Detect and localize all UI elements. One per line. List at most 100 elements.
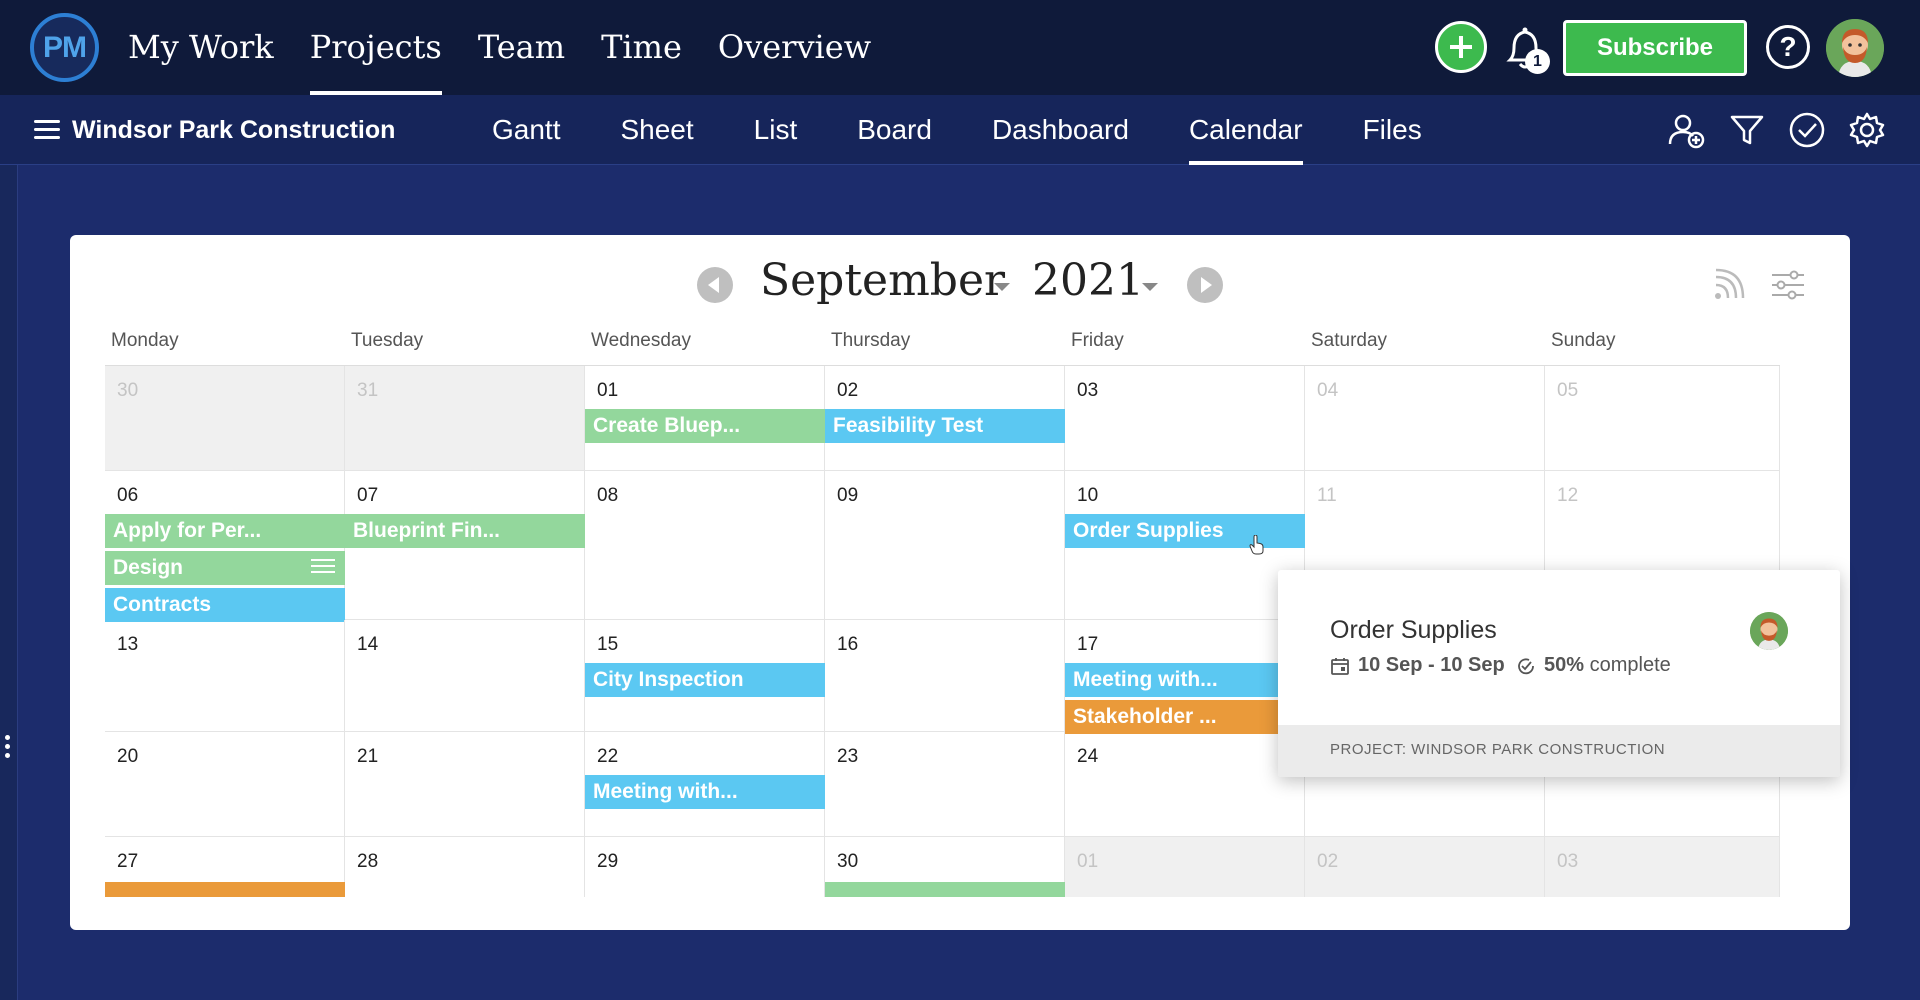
day-cell[interactable]: 05 — [1545, 366, 1780, 471]
day-cell[interactable]: 20 — [105, 732, 345, 837]
day-number: 03 — [1077, 380, 1099, 401]
previous-month-icon[interactable] — [697, 267, 733, 303]
day-number: 28 — [357, 851, 379, 872]
calendar-header: September 2021 — [70, 235, 1850, 335]
day-cell[interactable]: 01 — [1065, 837, 1305, 897]
day-cell[interactable]: 03 — [1545, 837, 1780, 897]
notification-badge: 1 — [1525, 49, 1550, 74]
popover-title: Order Supplies — [1330, 616, 1497, 644]
day-number: 02 — [837, 380, 859, 401]
day-cell[interactable]: 21 — [345, 732, 585, 837]
day-cell[interactable]: 08 — [585, 471, 825, 620]
tab-gantt[interactable]: Gantt — [492, 95, 560, 165]
gear-icon[interactable] — [1847, 110, 1887, 150]
check-circle-icon[interactable] — [1787, 110, 1827, 150]
tab-sheet[interactable]: Sheet — [620, 95, 693, 165]
notes-icon — [311, 559, 335, 577]
weekday-label: Sunday — [1551, 330, 1616, 351]
event-contracts[interactable]: Contracts — [105, 588, 345, 622]
rss-feed-icon[interactable] — [1710, 267, 1746, 303]
add-user-icon[interactable] — [1666, 110, 1706, 150]
event-create-blueprint[interactable]: Create Bluep... — [585, 409, 825, 443]
assignee-avatar[interactable] — [1750, 612, 1788, 650]
progress-label: complete — [1589, 654, 1671, 676]
tab-calendar[interactable]: Calendar — [1188, 95, 1303, 165]
project-title[interactable]: Windsor Park Construction — [72, 95, 395, 165]
event-blueprint-finalize[interactable]: Blueprint Fin... — [345, 514, 585, 548]
event-meeting[interactable]: Meeting with... — [585, 775, 825, 809]
month-select[interactable]: September — [760, 255, 1005, 306]
event-popover: Order Supplies 10 Sep - 10 Sep 50% compl… — [1278, 570, 1840, 777]
view-tabs: Gantt Sheet List Board Dashboard Calenda… — [492, 95, 1422, 165]
avatar-face-icon — [1826, 19, 1884, 77]
nav-overview[interactable]: Overview — [718, 0, 871, 95]
day-cell[interactable]: 24 — [1065, 732, 1305, 837]
day-cell[interactable]: 03 — [1065, 366, 1305, 471]
drag-dots-icon[interactable] — [5, 735, 11, 762]
day-number: 23 — [837, 746, 859, 767]
event-stakeholder[interactable]: Stakeholder ... — [1065, 700, 1305, 734]
day-cell[interactable]: 28 — [345, 837, 585, 897]
project-toolbar: Windsor Park Construction Gantt Sheet Li… — [0, 95, 1920, 165]
month-dropdown-icon[interactable] — [994, 283, 1010, 291]
day-number: 31 — [357, 380, 379, 401]
day-number: 17 — [1077, 634, 1099, 655]
weekday-label: Friday — [1071, 330, 1124, 351]
day-number: 04 — [1317, 380, 1339, 401]
event-city-inspection[interactable]: City Inspection — [585, 663, 825, 697]
tab-dashboard[interactable]: Dashboard — [992, 95, 1129, 165]
calendar-icon — [1331, 658, 1349, 675]
day-cell[interactable]: 16 — [825, 620, 1065, 732]
calendar-grid: 30 31 01 02 03 04 05 Create Bluep... Fea… — [105, 365, 1780, 897]
calendar-week: 30 31 01 02 03 04 05 Create Bluep... Fea… — [105, 366, 1780, 471]
popover-project-label[interactable]: PROJECT: WINDSOR PARK CONSTRUCTION — [1330, 741, 1665, 758]
tab-board[interactable]: Board — [857, 95, 932, 165]
year-dropdown-icon[interactable] — [1142, 283, 1158, 291]
day-cell[interactable]: 02 — [1305, 837, 1545, 897]
subscribe-button[interactable]: Subscribe — [1563, 20, 1747, 76]
day-cell[interactable]: 04 — [1305, 366, 1545, 471]
sidebar-handle[interactable] — [0, 165, 18, 1000]
tab-files[interactable]: Files — [1363, 95, 1422, 165]
top-navigation-bar: PM My Work Projects Team Time Overview 1… — [0, 0, 1920, 95]
hamburger-menu-icon[interactable] — [34, 120, 60, 140]
pm-logo[interactable]: PM — [30, 13, 99, 82]
tab-list[interactable]: List — [754, 95, 798, 165]
day-number: 10 — [1077, 485, 1099, 506]
day-cell[interactable]: 23 — [825, 732, 1065, 837]
nav-projects[interactable]: Projects — [309, 0, 442, 95]
avatar-face-icon — [1750, 612, 1788, 650]
day-number: 02 — [1317, 851, 1339, 872]
day-number: 09 — [837, 485, 859, 506]
event-design[interactable]: Design — [105, 551, 345, 585]
day-cell[interactable]: 30 — [105, 366, 345, 471]
day-cell[interactable]: 31 — [345, 366, 585, 471]
day-number: 03 — [1557, 851, 1579, 872]
event-order-supplies[interactable]: Order Supplies — [1065, 514, 1305, 548]
add-new-button[interactable] — [1435, 21, 1487, 73]
day-cell[interactable]: 09 — [825, 471, 1065, 620]
progress-check-icon — [1518, 658, 1534, 675]
event-feasibility-test[interactable]: Feasibility Test — [825, 409, 1065, 443]
nav-my-work[interactable]: My Work — [128, 0, 274, 95]
event-meeting[interactable]: Meeting with... — [1065, 663, 1305, 697]
nav-time[interactable]: Time — [601, 0, 682, 95]
settings-sliders-icon[interactable] — [1770, 267, 1806, 303]
help-icon[interactable]: ? — [1766, 25, 1810, 69]
weekday-label: Saturday — [1311, 330, 1388, 351]
event-truncated[interactable] — [105, 882, 345, 897]
main-nav: My Work Projects Team Time Overview — [128, 0, 871, 95]
filter-icon[interactable] — [1727, 110, 1767, 150]
day-cell[interactable]: 29 — [585, 837, 825, 897]
year-select[interactable]: 2021 — [1032, 255, 1144, 306]
next-month-icon[interactable] — [1187, 267, 1223, 303]
event-apply-for-permits[interactable]: Apply for Per... — [105, 514, 345, 548]
user-avatar[interactable] — [1826, 19, 1884, 77]
day-number: 24 — [1077, 746, 1099, 767]
day-cell[interactable]: 14 — [345, 620, 585, 732]
popover-dates: 10 Sep - 10 Sep — [1358, 654, 1505, 676]
event-truncated[interactable] — [825, 882, 1065, 897]
weekday-label: Wednesday — [591, 330, 691, 351]
nav-team[interactable]: Team — [478, 0, 565, 95]
day-cell[interactable]: 13 — [105, 620, 345, 732]
